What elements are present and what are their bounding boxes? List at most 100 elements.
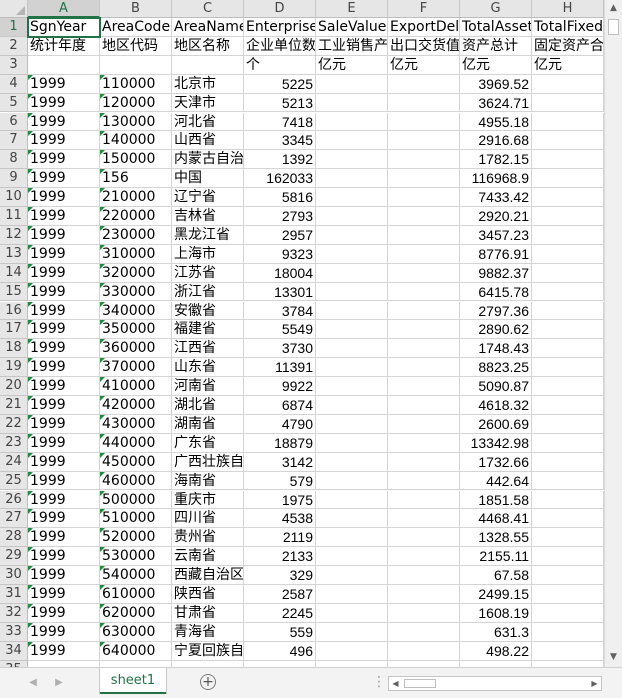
grid-cell[interactable]: 3784: [244, 301, 316, 321]
grid-cell[interactable]: [388, 377, 460, 396]
grid-cell[interactable]: 5549: [244, 320, 316, 340]
grid-cell[interactable]: 湖南省: [172, 414, 244, 434]
row-header[interactable]: 6: [0, 112, 28, 132]
grid-cell[interactable]: 2957: [244, 225, 316, 245]
grid-cell[interactable]: [316, 93, 388, 113]
grid-cell[interactable]: 1999: [28, 225, 100, 245]
grid-cell[interactable]: [388, 528, 460, 548]
grid-cell[interactable]: 山西省: [172, 131, 244, 151]
grid-cell[interactable]: [316, 566, 388, 585]
grid-cell[interactable]: 510000: [100, 509, 172, 529]
grid-cell[interactable]: 7433.42: [460, 188, 532, 207]
grid-cell[interactable]: 1608.19: [460, 603, 532, 623]
grid-cell[interactable]: [388, 74, 460, 94]
grid-cell[interactable]: 2499.15: [460, 585, 532, 604]
grid-cell[interactable]: 1851.58: [460, 490, 532, 510]
grid-cell[interactable]: 亿元: [532, 55, 604, 75]
grid-cell[interactable]: 370000: [100, 358, 172, 378]
grid-cell[interactable]: [316, 377, 388, 396]
grid-cell[interactable]: 620000: [100, 603, 172, 623]
grid-cell[interactable]: 河南省: [172, 377, 244, 396]
grid-cell[interactable]: [532, 112, 604, 132]
row-header[interactable]: 31: [0, 585, 28, 604]
grid-cell[interactable]: AreaName: [172, 18, 244, 37]
row-header[interactable]: 8: [0, 150, 28, 170]
grid-cell[interactable]: [532, 585, 604, 604]
grid-cell[interactable]: 2119: [244, 528, 316, 548]
grid-cell[interactable]: [316, 301, 388, 321]
grid-cell[interactable]: 固定资产合: [532, 36, 604, 56]
grid-cell[interactable]: 162033: [244, 169, 316, 189]
grid-cell[interactable]: AreaCode: [100, 18, 172, 37]
row-header[interactable]: 12: [0, 225, 28, 245]
grid-cell[interactable]: [316, 490, 388, 510]
grid-cell[interactable]: 河北省: [172, 112, 244, 132]
grid-cell[interactable]: 甘肃省: [172, 603, 244, 623]
grid-cell[interactable]: 2797.36: [460, 301, 532, 321]
grid-cell[interactable]: [388, 396, 460, 415]
grid-cell[interactable]: 3969.52: [460, 74, 532, 94]
grid-cell[interactable]: 上海市: [172, 244, 244, 264]
vertical-scrollbar[interactable]: ▲ ▼: [604, 0, 622, 667]
grid-cell[interactable]: 云南省: [172, 547, 244, 567]
grid-cell[interactable]: 9323: [244, 244, 316, 264]
grid-cell[interactable]: [532, 471, 604, 491]
grid-cell[interactable]: SgnYear: [28, 18, 100, 37]
grid-cell[interactable]: [316, 263, 388, 283]
row-header[interactable]: 19: [0, 358, 28, 378]
grid-cell[interactable]: 4955.18: [460, 112, 532, 132]
column-header-d[interactable]: D: [244, 0, 316, 18]
grid-cell[interactable]: 610000: [100, 585, 172, 604]
grid-cell[interactable]: 1999: [28, 150, 100, 170]
grid-cell[interactable]: 9882.37: [460, 263, 532, 283]
grid-cell[interactable]: [532, 547, 604, 567]
row-header[interactable]: 9: [0, 169, 28, 189]
row-header[interactable]: 29: [0, 547, 28, 567]
column-header-a[interactable]: A: [28, 0, 100, 18]
grid-cell[interactable]: 320000: [100, 263, 172, 283]
grid-cell[interactable]: 631.3: [460, 622, 532, 642]
grid-cell[interactable]: [316, 603, 388, 623]
grid-cell[interactable]: 350000: [100, 320, 172, 340]
grid-cell[interactable]: 496: [244, 641, 316, 661]
grid-cell[interactable]: 辽宁省: [172, 188, 244, 207]
grid-cell[interactable]: 120000: [100, 93, 172, 113]
grid-cell[interactable]: [316, 339, 388, 359]
row-header[interactable]: 16: [0, 301, 28, 321]
grid-cell[interactable]: 2245: [244, 603, 316, 623]
grid-cell[interactable]: 1999: [28, 339, 100, 359]
grid-cell[interactable]: [388, 244, 460, 264]
grid-cell[interactable]: [532, 74, 604, 94]
grid-cell[interactable]: 640000: [100, 641, 172, 661]
grid-cell[interactable]: 3730: [244, 339, 316, 359]
grid-cell[interactable]: 430000: [100, 414, 172, 434]
grid-cell[interactable]: [532, 244, 604, 264]
grid-cell[interactable]: 浙江省: [172, 282, 244, 302]
grid-cell[interactable]: [532, 225, 604, 245]
row-header[interactable]: 30: [0, 566, 28, 585]
grid-cell[interactable]: 1999: [28, 528, 100, 548]
grid-cell[interactable]: [532, 414, 604, 434]
grid-cell[interactable]: 1999: [28, 377, 100, 396]
row-header[interactable]: 32: [0, 603, 28, 623]
grid-cell[interactable]: 1999: [28, 282, 100, 302]
scroll-up-icon[interactable]: ▲: [605, 0, 622, 17]
row-header[interactable]: 27: [0, 509, 28, 529]
grid-cell[interactable]: [388, 547, 460, 567]
grid-cell[interactable]: 7418: [244, 112, 316, 132]
grid-cell[interactable]: 1999: [28, 244, 100, 264]
grid-cell[interactable]: [388, 641, 460, 661]
grid-cell[interactable]: 18879: [244, 433, 316, 453]
grid-cell[interactable]: EnterpriseN: [244, 18, 316, 37]
grid-cell[interactable]: [316, 396, 388, 415]
grid-cell[interactable]: 1999: [28, 471, 100, 491]
grid-cell[interactable]: [388, 585, 460, 604]
grid-cell[interactable]: 中国: [172, 169, 244, 189]
grid-cell[interactable]: 360000: [100, 339, 172, 359]
grid-cell[interactable]: [388, 301, 460, 321]
grid-cell[interactable]: 3345: [244, 131, 316, 151]
grid-cell[interactable]: [388, 112, 460, 132]
grid-cell[interactable]: [28, 55, 100, 75]
grid-cell[interactable]: 2600.69: [460, 414, 532, 434]
grid-cell[interactable]: 地区名称: [172, 36, 244, 56]
